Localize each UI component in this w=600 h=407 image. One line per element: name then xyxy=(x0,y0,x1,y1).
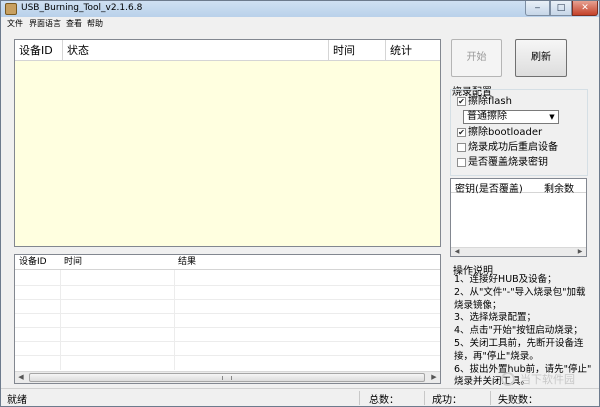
col-result-device-id[interactable]: 设备ID xyxy=(15,255,47,270)
overwrite-key-label: 是否覆盖烧录密钥 xyxy=(468,157,548,168)
scroll-left-arrow-icon[interactable]: ◀ xyxy=(451,248,463,256)
menu-language[interactable]: 界面语言 xyxy=(29,18,61,29)
help-line: 1、连接好HUB及设备； xyxy=(454,274,557,285)
row-divider xyxy=(15,327,440,328)
menu-bar: 文件 界面语言 查看 帮助 xyxy=(1,17,599,29)
status-divider xyxy=(490,391,491,405)
close-button[interactable]: ✕ xyxy=(572,1,598,16)
minimize-button[interactable]: ‒ xyxy=(525,1,550,16)
help-line: 接，再"停止"烧录。 xyxy=(454,350,539,362)
erase-flash-label: 擦除flash xyxy=(468,96,512,107)
result-list[interactable]: 设备ID 时间 结果 ◀ ▶ xyxy=(14,254,441,384)
dropdown-arrow-icon[interactable]: ▼ xyxy=(546,111,558,123)
menu-help[interactable]: 帮助 xyxy=(87,18,103,29)
result-list-header: 设备ID 时间 结果 xyxy=(15,255,440,270)
col-stats[interactable]: 统计 xyxy=(386,40,440,61)
col-time[interactable]: 时间 xyxy=(329,40,386,61)
grip-icon xyxy=(222,376,232,380)
reset-after-burn-label: 烧录成功后重启设备 xyxy=(468,142,558,153)
device-list[interactable]: 设备ID 状态 时间 统计 xyxy=(14,39,441,247)
help-line: 4、点击"开始"按钮启动烧录； xyxy=(454,325,583,337)
help-line: 3、选择烧录配置； xyxy=(454,312,537,324)
status-divider xyxy=(424,391,425,405)
col-key[interactable]: 密钥(是否覆盖) xyxy=(455,180,523,195)
reset-after-burn-checkbox[interactable]: 烧录成功后重启设备 xyxy=(457,142,587,154)
help-line: 2、从"文件"-"导入烧录包"加载 xyxy=(454,286,586,298)
key-list-scrollbar[interactable]: ◀ ▶ xyxy=(451,247,586,256)
status-success: 成功： xyxy=(432,395,462,406)
watermark-logo-icon xyxy=(501,372,515,386)
checkbox-checked-icon: ✔ xyxy=(457,97,466,106)
checkbox-checked-icon: ✔ xyxy=(457,128,466,137)
scroll-right-arrow-icon[interactable]: ▶ xyxy=(574,248,586,256)
start-button[interactable]: 开始 xyxy=(451,39,502,77)
overwrite-key-checkbox[interactable]: 是否覆盖烧录密钥 xyxy=(457,157,587,169)
col-status[interactable]: 状态 xyxy=(63,40,329,61)
status-fail: 失败数： xyxy=(498,395,538,406)
watermark-text: 当下软件园 xyxy=(520,373,575,386)
checkbox-empty-icon xyxy=(457,158,466,167)
scrollbar-thumb[interactable] xyxy=(29,373,425,382)
menu-view[interactable]: 查看 xyxy=(66,18,82,29)
help-line: 5、关闭工具前，先断开设备连 xyxy=(454,337,584,349)
erase-bootloader-label: 擦除bootloader xyxy=(468,127,543,138)
help-line: 烧录镜像； xyxy=(454,299,502,311)
row-divider xyxy=(15,299,440,300)
refresh-button[interactable]: 刷新 xyxy=(515,39,567,77)
erase-mode-value: 普通擦除 xyxy=(467,111,507,122)
menu-file[interactable]: 文件 xyxy=(7,18,23,29)
status-ready: 就绪 xyxy=(7,395,27,406)
title-bar: USB_Burning_Tool_v2.1.6.8 ‒ □ ✕ xyxy=(1,1,599,17)
col-result-time[interactable]: 时间 xyxy=(60,255,82,270)
result-horizontal-scrollbar[interactable]: ◀ ▶ xyxy=(15,371,440,383)
app-icon xyxy=(5,3,17,15)
checkbox-empty-icon xyxy=(457,143,466,152)
scroll-left-arrow-icon[interactable]: ◀ xyxy=(15,372,27,383)
row-divider xyxy=(15,313,440,314)
device-list-header: 设备ID 状态 时间 统计 xyxy=(15,40,440,61)
status-bar: 就绪 总数： 成功： 失败数： xyxy=(1,388,599,406)
scroll-right-arrow-icon[interactable]: ▶ xyxy=(428,372,440,383)
col-device-id[interactable]: 设备ID xyxy=(15,40,63,61)
row-divider xyxy=(15,341,440,342)
key-list-header: 密钥(是否覆盖) 剩余数 xyxy=(451,179,586,195)
status-total: 总数： xyxy=(369,395,399,406)
row-divider xyxy=(15,355,440,356)
erase-mode-select[interactable]: 普通擦除 ▼ xyxy=(463,110,559,124)
erase-flash-checkbox[interactable]: ✔ 擦除flash xyxy=(457,96,587,108)
row-divider xyxy=(15,285,440,286)
col-remaining[interactable]: 剩余数 xyxy=(544,180,574,195)
maximize-button[interactable]: □ xyxy=(550,1,572,16)
erase-bootloader-checkbox[interactable]: ✔ 擦除bootloader xyxy=(457,127,587,139)
col-result[interactable]: 结果 xyxy=(174,255,196,270)
window-title: USB_Burning_Tool_v2.1.6.8 xyxy=(21,3,143,13)
key-list[interactable]: 密钥(是否覆盖) 剩余数 ◀ ▶ xyxy=(450,178,587,257)
status-divider xyxy=(359,391,360,405)
app-window: USB_Burning_Tool_v2.1.6.8 ‒ □ ✕ 文件 界面语言 … xyxy=(0,0,600,407)
